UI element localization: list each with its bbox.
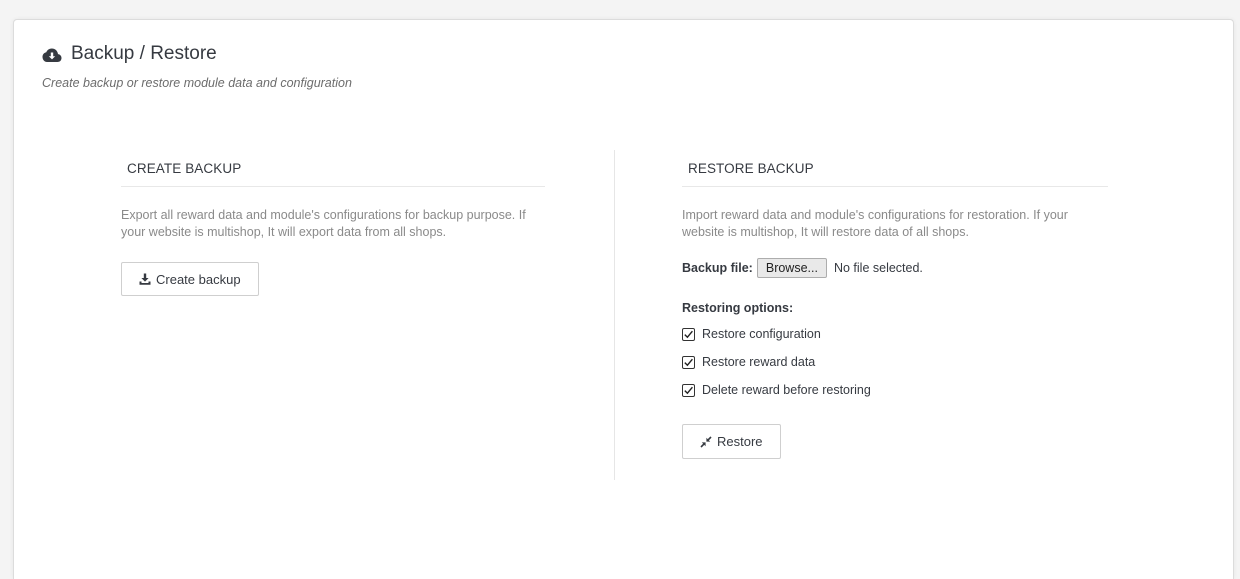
- backup-file-label: Backup file:: [682, 261, 753, 275]
- restore-configuration-label: Restore configuration: [702, 327, 821, 341]
- panel-title: Backup / Restore: [42, 42, 352, 66]
- delete-reward-label: Delete reward before restoring: [702, 383, 871, 397]
- create-backup-description: Export all reward data and module's conf…: [121, 208, 526, 239]
- page-canvas: Backup / Restore Create backup or restor…: [0, 0, 1240, 579]
- panel-subtitle: Create backup or restore module data and…: [42, 76, 352, 90]
- create-backup-section: CREATE BACKUP Export all reward data and…: [121, 158, 545, 296]
- restore-reward-data-label: Restore reward data: [702, 355, 816, 369]
- restore-button-label: Restore: [717, 434, 763, 449]
- restore-button[interactable]: Restore: [682, 424, 781, 459]
- restore-backup-section: RESTORE BACKUP Import reward data and mo…: [682, 158, 1108, 459]
- file-status-text: No file selected.: [833, 261, 923, 275]
- restore-reward-data-checkbox[interactable]: [682, 355, 695, 369]
- restore-backup-description: Import reward data and module's configur…: [682, 208, 1068, 239]
- create-backup-button[interactable]: Create backup: [121, 262, 259, 296]
- browse-file-button[interactable]: Browse...: [756, 258, 827, 278]
- backup-restore-panel: Backup / Restore Create backup or restor…: [13, 19, 1234, 579]
- restoring-options-heading: Restoring options:: [682, 301, 794, 315]
- create-backup-heading: CREATE BACKUP: [121, 158, 545, 187]
- option-restore-reward-data[interactable]: Restore reward data: [682, 353, 1108, 371]
- create-backup-button-label: Create backup: [156, 271, 241, 287]
- backup-file-row: Backup file: Browse... No file selected.: [682, 258, 1108, 278]
- column-divider: [614, 150, 615, 480]
- panel-title-text: Backup / Restore: [71, 43, 217, 64]
- compress-arrows-icon: [700, 435, 712, 448]
- option-delete-reward[interactable]: Delete reward before restoring: [682, 381, 1108, 399]
- delete-reward-checkbox[interactable]: [682, 383, 695, 397]
- download-icon: [139, 273, 151, 285]
- panel-header: Backup / Restore Create backup or restor…: [42, 42, 352, 90]
- cloud-download-icon: [42, 46, 62, 62]
- option-restore-configuration[interactable]: Restore configuration: [682, 325, 1108, 343]
- restore-configuration-checkbox[interactable]: [682, 327, 695, 341]
- restore-backup-heading: RESTORE BACKUP: [682, 158, 1108, 187]
